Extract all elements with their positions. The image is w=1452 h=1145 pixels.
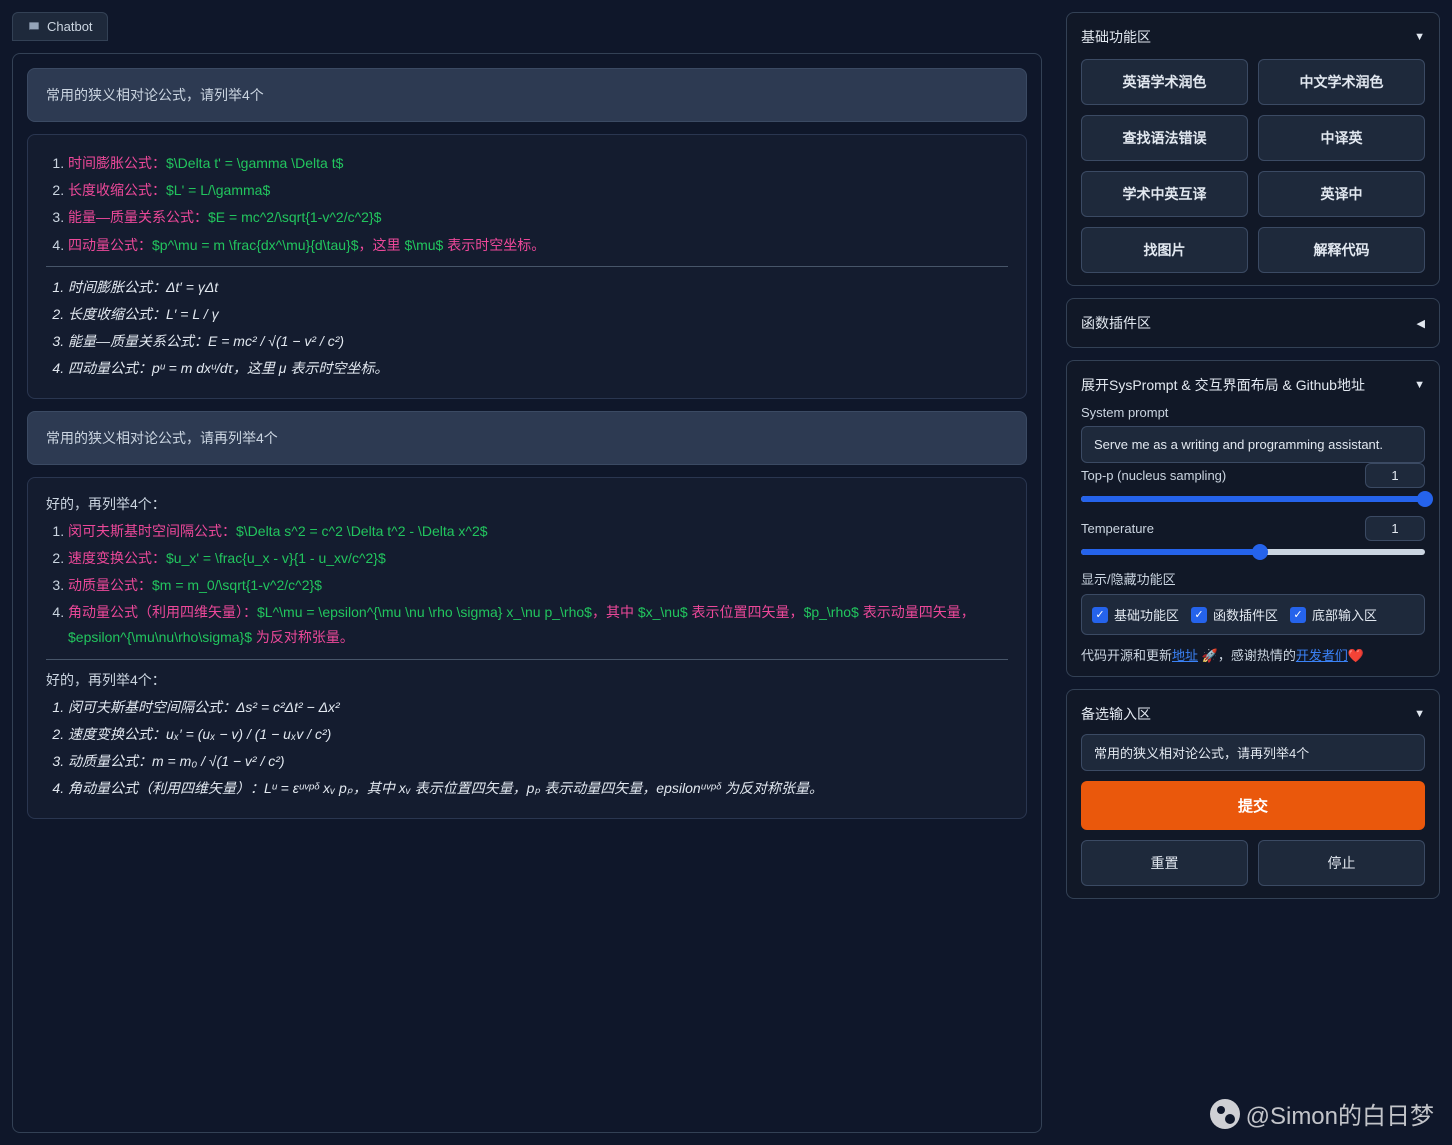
tab-bar: Chatbot [12, 12, 1042, 41]
show-hide-label: 显示/隐藏功能区 [1081, 569, 1425, 588]
checkbox-icon: ✓ [1290, 607, 1306, 623]
checkbox-icon: ✓ [1092, 607, 1108, 623]
chevron-down-icon: ▼ [1414, 379, 1425, 391]
checkbox-input[interactable]: ✓ 底部输入区 [1290, 605, 1377, 624]
repo-link[interactable]: 地址 [1172, 648, 1198, 663]
prompt-input[interactable] [1081, 734, 1425, 771]
devs-link[interactable]: 开发者们 [1296, 648, 1348, 663]
btn-grammar[interactable]: 查找语法错误 [1081, 115, 1248, 161]
slider-thumb[interactable] [1252, 544, 1268, 560]
temperature-label: Temperature [1081, 521, 1355, 536]
formula-list-rendered: 时间膨胀公式：Δt′ = γΔt 长度收缩公式：L′ = L / γ 能量—质量… [46, 275, 1008, 382]
btn-eng-polish[interactable]: 英语学术润色 [1081, 59, 1248, 105]
sysprompt-header[interactable]: 展开SysPrompt & 交互界面布局 & Github地址 ▼ [1081, 373, 1425, 397]
chat-panel: Chatbot 常用的狭义相对论公式，请列举4个 时间膨胀公式：$\Delta … [0, 0, 1054, 1145]
sysprompt-card: 展开SysPrompt & 交互界面布局 & Github地址 ▼ System… [1066, 360, 1440, 677]
tab-label: Chatbot [47, 19, 93, 34]
topp-value[interactable]: 1 [1365, 463, 1425, 488]
chat-column: 常用的狭义相对论公式，请列举4个 时间膨胀公式：$\Delta t' = \ga… [12, 53, 1042, 1133]
bot-message: 好的，再列举4个： 闵可夫斯基时空间隔公式：$\Delta s^2 = c^2 … [27, 477, 1027, 819]
topp-label: Top-p (nucleus sampling) [1081, 468, 1355, 483]
divider [46, 659, 1008, 660]
btn-explain-code[interactable]: 解释代码 [1258, 227, 1425, 273]
temperature-slider[interactable] [1081, 549, 1425, 555]
temperature-value[interactable]: 1 [1365, 516, 1425, 541]
system-prompt-label: System prompt [1081, 405, 1425, 420]
tab-chatbot[interactable]: Chatbot [12, 12, 108, 41]
formula-list-raw: 闵可夫斯基时空间隔公式：$\Delta s^2 = c^2 \Delta t^2… [46, 519, 1008, 651]
reset-button[interactable]: 重置 [1081, 840, 1248, 886]
credits: 代码开源和更新地址 🚀，感谢热情的开发者们❤️ [1081, 645, 1425, 664]
submit-button[interactable]: 提交 [1081, 781, 1425, 830]
btn-academic-trans[interactable]: 学术中英互译 [1081, 171, 1248, 217]
checkbox-icon: ✓ [1191, 607, 1207, 623]
btn-find-image[interactable]: 找图片 [1081, 227, 1248, 273]
visibility-checkboxes: ✓ 基础功能区 ✓ 函数插件区 ✓ 底部输入区 [1081, 594, 1425, 635]
checkbox-basic[interactable]: ✓ 基础功能区 [1092, 605, 1179, 624]
input-header[interactable]: 备选输入区 ▼ [1081, 702, 1425, 726]
basic-buttons: 英语学术润色 中文学术润色 查找语法错误 中译英 学术中英互译 英译中 找图片 … [1081, 59, 1425, 273]
plugins-card: 函数插件区 ◀ [1066, 298, 1440, 348]
plugins-header[interactable]: 函数插件区 ◀ [1081, 311, 1425, 335]
input-card: 备选输入区 ▼ 提交 重置 停止 [1066, 689, 1440, 899]
btn-en2zh[interactable]: 英译中 [1258, 171, 1425, 217]
btn-chn-polish[interactable]: 中文学术润色 [1258, 59, 1425, 105]
topp-slider[interactable] [1081, 496, 1425, 502]
formula-list-raw: 时间膨胀公式：$\Delta t' = \gamma \Delta t$ 长度收… [46, 151, 1008, 258]
slider-thumb[interactable] [1417, 491, 1433, 507]
formula-list-rendered: 闵可夫斯基时空间隔公式：Δs² = c²Δt² − Δx² 速度变换公式：uₓ′… [46, 695, 1008, 802]
basic-functions-card: 基础功能区 ▼ 英语学术润色 中文学术润色 查找语法错误 中译英 学术中英互译 … [1066, 12, 1440, 286]
chevron-left-icon: ◀ [1417, 317, 1425, 330]
chevron-down-icon: ▼ [1414, 31, 1425, 43]
bot-message: 时间膨胀公式：$\Delta t' = \gamma \Delta t$ 长度收… [27, 134, 1027, 399]
user-message: 常用的狭义相对论公式，请列举4个 [27, 68, 1027, 122]
checkbox-plugins[interactable]: ✓ 函数插件区 [1191, 605, 1278, 624]
divider [46, 266, 1008, 267]
sidebar: 基础功能区 ▼ 英语学术润色 中文学术润色 查找语法错误 中译英 学术中英互译 … [1054, 0, 1452, 1145]
chat-icon [27, 20, 41, 34]
basic-functions-header[interactable]: 基础功能区 ▼ [1081, 25, 1425, 49]
stop-button[interactable]: 停止 [1258, 840, 1425, 886]
btn-zh2en[interactable]: 中译英 [1258, 115, 1425, 161]
system-prompt-input[interactable] [1081, 426, 1425, 463]
chevron-down-icon: ▼ [1414, 708, 1425, 720]
user-message: 常用的狭义相对论公式，请再列举4个 [27, 411, 1027, 465]
